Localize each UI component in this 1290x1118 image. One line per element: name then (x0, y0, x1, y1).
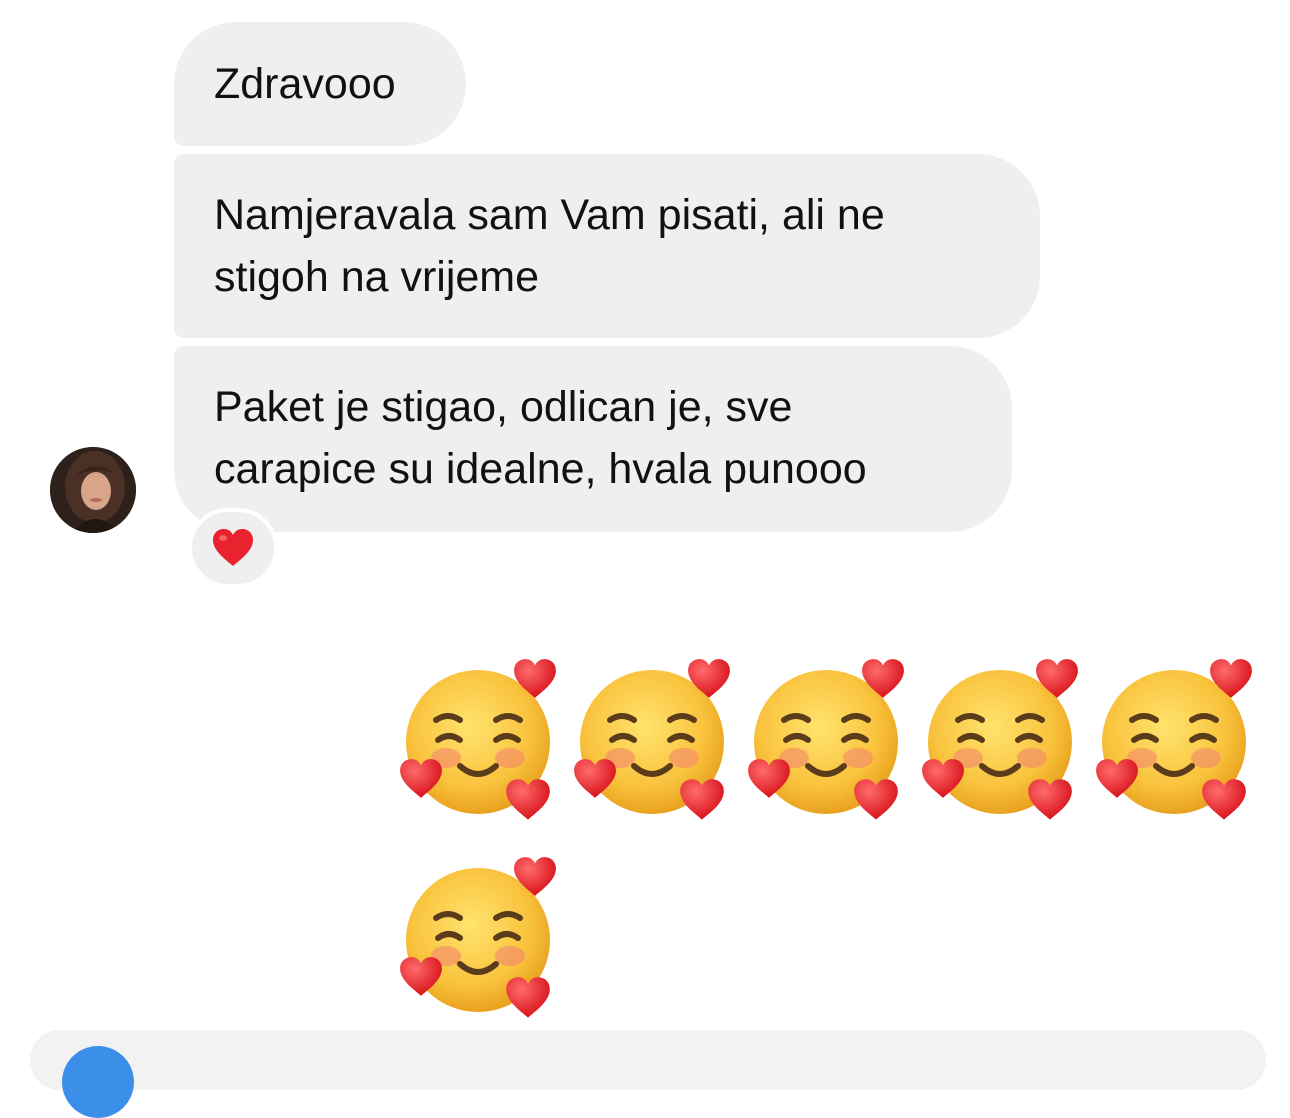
message-bubble-1[interactable]: Zdravooo (174, 22, 466, 146)
message-text-line-2: carapice su idealne, hvala punooo (214, 445, 867, 493)
message-text: Zdravooo (214, 60, 396, 108)
message-bubble-2[interactable]: Namjeravala sam Vam pisati, ali ne stigo… (174, 154, 1040, 338)
camera-button[interactable] (62, 1046, 134, 1118)
message-bubble-3[interactable]: Paket je stigao, odlican je, sve carapic… (174, 346, 1012, 532)
smiling-face-with-hearts-icon (1092, 654, 1262, 824)
message-text-line-1: Paket je stigao, odlican je, sve (214, 383, 793, 431)
avatar-photo-icon (50, 447, 136, 533)
smiling-face-with-hearts-icon (396, 654, 566, 824)
message-input[interactable] (30, 1030, 1266, 1090)
smiling-face-with-hearts-icon (396, 852, 566, 1022)
smiling-face-with-hearts-icon (918, 654, 1088, 824)
smiling-face-with-hearts-icon (570, 654, 740, 824)
reaction-badge[interactable] (188, 508, 278, 588)
red-heart-icon (213, 529, 253, 566)
message-text-line-2: stigoh na vrijeme (214, 253, 540, 301)
avatar[interactable] (50, 447, 136, 533)
message-text-line-1: Namjeravala sam Vam pisati, ali ne (214, 191, 885, 239)
smiling-face-with-hearts-icon (744, 654, 914, 824)
